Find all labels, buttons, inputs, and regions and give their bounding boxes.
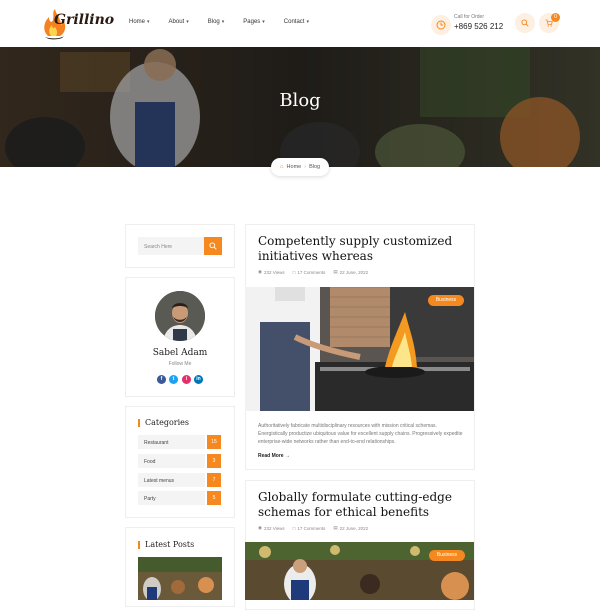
instagram-icon[interactable]: i — [182, 375, 191, 384]
author-name: Sabel Adam — [152, 348, 208, 358]
nav-pages[interactable]: Pages ▾ — [243, 19, 265, 25]
post-title[interactable]: Competently supply customized initiative… — [258, 234, 452, 264]
nav-about[interactable]: About ▾ — [169, 19, 189, 25]
post-date: 22 June, 2022 — [339, 525, 369, 531]
site-header: Grillino Home ▾ About ▾ Blog ▾ Pages ▾ Conta… — [0, 0, 600, 47]
post-date: 22 June, 2022 — [339, 269, 369, 275]
comment-icon: □ — [292, 525, 296, 531]
comments-meta[interactable]: □ 17 Comments — [293, 526, 326, 531]
post-title-line: initiatives whereas — [258, 249, 373, 263]
read-more-link[interactable]: Read More → — [258, 453, 290, 459]
calendar-icon: ▤ — [333, 269, 338, 274]
calendar-icon: ▤ — [333, 525, 338, 530]
facebook-icon[interactable]: f — [157, 375, 166, 384]
breadcrumb: ⌂ Home › Blog — [271, 158, 329, 176]
post-title[interactable]: Globally formulate cutting-edge schemas … — [258, 490, 452, 520]
category-count: 5 — [207, 491, 221, 505]
cart-count-badge: 0 — [551, 13, 560, 22]
post-title-line: Globally formulate cutting-edge — [258, 490, 452, 504]
search-icon — [209, 242, 217, 250]
chevron-down-icon: ▾ — [221, 19, 225, 25]
phone-number[interactable]: +869 526 212 — [454, 22, 503, 31]
category-item[interactable]: Latest menus — [138, 473, 205, 487]
page-title: Blog — [279, 90, 321, 111]
main-nav: Home ▾ About ▾ Blog ▾ Pages ▾ Contact ▾ — [129, 19, 328, 25]
read-more-label: Read More — [258, 453, 284, 459]
date-meta: ▤ 22 June, 2022 — [333, 269, 368, 275]
date-meta: ▤ 22 June, 2022 — [333, 525, 368, 531]
linkedin-icon[interactable]: in — [194, 375, 203, 384]
categories-title: Categories — [138, 418, 189, 427]
views-count: 232 Views — [263, 269, 285, 275]
comments-count: 17 Comments — [297, 269, 326, 275]
nav-blog[interactable]: Blog ▾ — [208, 19, 225, 25]
category-tag[interactable]: Business — [429, 550, 465, 561]
nav-home[interactable]: Home ▾ — [129, 19, 150, 25]
post-meta: ◉ 232 Views □ 17 Comments ▤ 22 June, 2022 — [258, 525, 368, 531]
breadcrumb-current: Blog — [309, 164, 321, 170]
search-icon — [521, 19, 529, 27]
nav-home-label: Home — [129, 19, 146, 25]
comments-count: 17 Comments — [297, 525, 326, 531]
post-meta: ◉ 232 Views □ 17 Comments ▤ 22 June, 2022 — [258, 269, 368, 275]
category-item[interactable]: Party — [138, 491, 205, 505]
post-title-line: Competently supply customized — [258, 234, 453, 248]
chevron-down-icon: ▾ — [262, 19, 265, 25]
nav-contact[interactable]: Contact ▾ — [284, 19, 309, 25]
arrow-right-icon: → — [284, 453, 290, 459]
chevron-down-icon: ▾ — [186, 19, 189, 25]
category-count: 15 — [207, 435, 221, 449]
follow-label: Follow Me — [168, 361, 192, 367]
clock-icon — [431, 15, 451, 35]
call-label: Call for Order — [454, 14, 485, 20]
chevron-down-icon: ▾ — [306, 19, 309, 25]
comment-icon: □ — [292, 269, 296, 275]
latest-post-thumbnail[interactable] — [138, 557, 222, 600]
search-submit-button[interactable] — [204, 237, 222, 255]
category-count: 3 — [207, 454, 221, 468]
twitter-icon[interactable]: t — [169, 375, 178, 384]
post-title-line: schemas for ethical benefits — [258, 505, 430, 519]
chevron-down-icon: ▾ — [147, 19, 150, 25]
comments-meta[interactable]: □ 17 Comments — [293, 270, 326, 275]
search-button[interactable] — [515, 13, 535, 33]
search-input[interactable]: Search Here — [138, 237, 204, 255]
category-item[interactable]: Food — [138, 454, 205, 468]
breadcrumb-separator: › — [304, 164, 307, 170]
views-meta: ◉ 232 Views — [258, 269, 285, 275]
avatar — [155, 291, 205, 341]
category-item[interactable]: Restaurant — [138, 435, 205, 449]
eye-icon: ◉ — [258, 525, 262, 530]
category-count: 7 — [207, 473, 221, 487]
eye-icon: ◉ — [258, 269, 262, 274]
nav-contact-label: Contact — [283, 19, 305, 25]
latest-posts-title: Latest Posts — [138, 540, 194, 549]
nav-about-label: About — [168, 19, 185, 25]
breadcrumb-home[interactable]: Home — [287, 164, 302, 170]
views-count: 232 Views — [263, 525, 285, 531]
post-excerpt: Authoritatively fabricate multidisciplin… — [258, 423, 463, 445]
nav-blog-label: Blog — [207, 19, 220, 25]
views-meta: ◉ 232 Views — [258, 525, 285, 531]
category-tag[interactable]: Business — [428, 295, 464, 306]
home-icon: ⌂ — [279, 164, 284, 170]
logo-text[interactable]: Grillino — [54, 12, 114, 28]
call-for-order[interactable]: Call for Order +869 526 212 — [431, 12, 509, 36]
nav-pages-label: Pages — [243, 19, 261, 25]
